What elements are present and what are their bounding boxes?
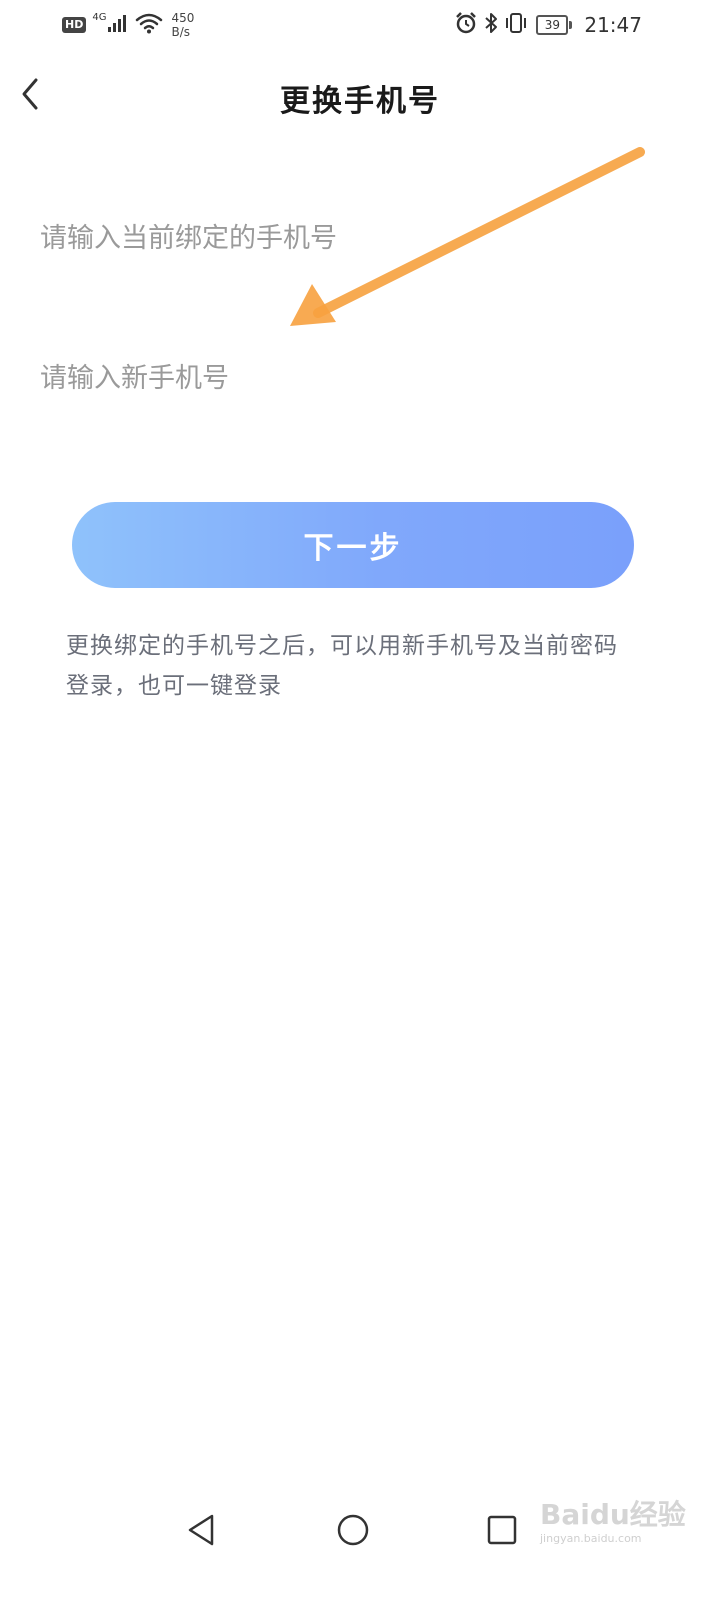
status-bar-right: 39 21:47: [454, 0, 642, 50]
nav-recent-button[interactable]: [478, 1506, 526, 1554]
nav-home-button[interactable]: [329, 1506, 377, 1554]
network-type-label: 4G: [92, 11, 107, 23]
network-speed: 450 B/s: [171, 11, 194, 39]
system-nav-bar: [0, 1490, 720, 1570]
vibrate-icon: [504, 12, 528, 38]
signal-icon: [107, 13, 129, 37]
hd-badge: HD: [62, 17, 87, 33]
nav-back-button[interactable]: [178, 1506, 226, 1554]
new-phone-input[interactable]: [40, 348, 640, 408]
battery-level: 39: [536, 15, 569, 35]
status-bar: HD 4G 450 B/s 39 21:47: [0, 0, 720, 50]
page-title: 更换手机号: [280, 84, 440, 119]
battery-tip: [569, 21, 573, 29]
bluetooth-icon: [484, 12, 498, 38]
wifi-icon: [135, 12, 163, 38]
status-clock: 21:47: [584, 13, 642, 37]
status-bar-left: HD 4G 450 B/s: [62, 0, 194, 50]
triangle-back-icon: [188, 1514, 214, 1546]
network-speed-value: 450: [171, 11, 195, 25]
current-phone-input[interactable]: [40, 208, 640, 268]
next-step-button[interactable]: 下一步: [72, 502, 634, 588]
alarm-icon: [454, 11, 478, 39]
circle-home-icon: [337, 1514, 369, 1546]
square-recent-icon: [487, 1515, 517, 1545]
hint-text: 更换绑定的手机号之后，可以用新手机号及当前密码登录，也可一键登录: [66, 633, 618, 699]
app-header: 更换手机号: [0, 58, 720, 134]
battery-indicator: 39: [536, 15, 573, 35]
network-speed-unit: B/s: [171, 25, 190, 39]
